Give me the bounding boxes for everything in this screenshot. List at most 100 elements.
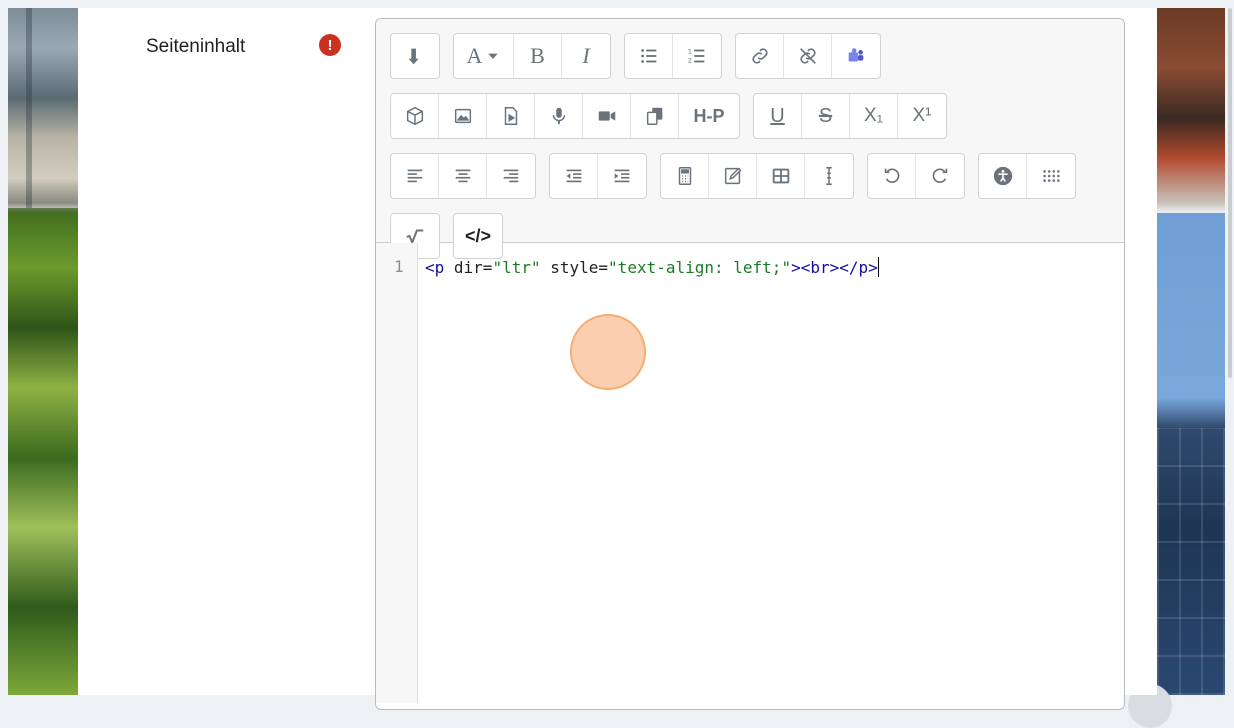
code-token: <p xyxy=(425,258,445,277)
record-audio-button[interactable] xyxy=(535,94,583,138)
numbered-list-icon: 12 xyxy=(688,47,705,64)
clear-formatting-button[interactable] xyxy=(805,154,853,198)
align-right-icon xyxy=(503,169,519,183)
code-editor[interactable]: 1 <p dir="ltr" style="text-align: left;"… xyxy=(376,243,1124,703)
underline-label: U xyxy=(770,104,785,127)
line-gutter xyxy=(376,243,418,703)
toolbar-row-1: A B I 12 xyxy=(390,33,1110,79)
teams-icon xyxy=(848,48,864,62)
redo-button[interactable] xyxy=(916,154,964,198)
toolbar-group-links xyxy=(735,33,881,79)
toolbar-group-toggle xyxy=(390,33,440,79)
undo-button[interactable] xyxy=(868,154,916,198)
click-indicator xyxy=(570,314,646,390)
record-video-button[interactable] xyxy=(583,94,631,138)
bold-button[interactable]: B xyxy=(514,34,562,78)
image-icon xyxy=(454,108,471,124)
text-cursor-icon xyxy=(826,167,832,185)
undo-icon xyxy=(884,168,899,183)
background-photo-right xyxy=(1157,8,1225,695)
code-token: "ltr" xyxy=(492,258,541,277)
code-token: ><br></p> xyxy=(791,258,878,277)
underline-button[interactable]: U xyxy=(754,94,802,138)
redo-icon xyxy=(932,168,948,183)
align-center-icon xyxy=(455,169,470,183)
code-line[interactable]: <p dir="ltr" style="text-align: left;"><… xyxy=(425,257,879,277)
chevron-down-icon xyxy=(488,53,499,59)
subscript-button[interactable]: X₁ xyxy=(850,94,898,138)
code-token: dir= xyxy=(444,258,493,277)
background-photo-left xyxy=(8,8,78,695)
ordered-list-button[interactable]: 12 xyxy=(673,34,721,78)
toolbar-group-lists: 12 xyxy=(624,33,722,79)
h5p-button[interactable]: H-P xyxy=(679,94,739,138)
media-button[interactable] xyxy=(487,94,535,138)
bold-label: B xyxy=(530,43,545,68)
toolbar-group-text-style: U S X₁ X¹ xyxy=(753,93,947,139)
video-camera-icon xyxy=(598,111,615,121)
edit-button[interactable] xyxy=(709,154,757,198)
text-editor: A B I 12 H-P U S X₁ X¹ </> 1 <p dir="ltr… xyxy=(375,18,1125,710)
copy-button[interactable] xyxy=(631,94,679,138)
link-button[interactable] xyxy=(736,34,784,78)
accessibility-button[interactable] xyxy=(979,154,1027,198)
special-chars-button[interactable] xyxy=(1027,154,1075,198)
microphone-icon xyxy=(552,107,565,125)
italic-label: I xyxy=(582,43,590,68)
cube-icon xyxy=(406,106,423,126)
align-left-button[interactable] xyxy=(391,154,439,198)
svg-text:1: 1 xyxy=(688,47,692,55)
superscript-label: X¹ xyxy=(912,105,932,126)
pencil-icon xyxy=(724,167,741,185)
superscript-button[interactable]: X¹ xyxy=(898,94,946,138)
toolbar-row-3 xyxy=(390,153,1110,199)
toolbar-row-2: H-P U S X₁ X¹ xyxy=(390,93,1110,139)
code-token: "text-align: left;" xyxy=(608,258,792,277)
copy-icon xyxy=(646,107,662,125)
toolbar-toggle-button[interactable] xyxy=(391,34,439,78)
link-icon xyxy=(751,48,768,64)
svg-text:2: 2 xyxy=(688,56,692,64)
code-token: style= xyxy=(540,258,609,277)
embed-button[interactable] xyxy=(391,94,439,138)
outdent-icon xyxy=(566,169,581,183)
font-style-label: A xyxy=(466,43,483,68)
required-icon: ! xyxy=(319,34,341,56)
font-style-button[interactable]: A xyxy=(454,34,514,78)
h5p-label: H-P xyxy=(693,105,725,126)
toolbar-group-indent xyxy=(549,153,647,199)
file-media-icon xyxy=(504,107,517,125)
unordered-list-button[interactable] xyxy=(625,34,673,78)
grid-dots-icon xyxy=(1043,170,1060,182)
toolbar-group-tools xyxy=(660,153,854,199)
italic-button[interactable]: I xyxy=(562,34,610,78)
image-button[interactable] xyxy=(439,94,487,138)
field-label: Seiteninhalt xyxy=(146,36,246,57)
calculator-button[interactable] xyxy=(661,154,709,198)
outdent-button[interactable] xyxy=(550,154,598,198)
unlink-icon xyxy=(799,48,816,64)
align-center-button[interactable] xyxy=(439,154,487,198)
indent-button[interactable] xyxy=(598,154,646,198)
subscript-label: X₁ xyxy=(863,105,884,126)
page-scrollbar[interactable] xyxy=(1228,8,1232,378)
arrow-down-icon xyxy=(408,48,419,65)
align-left-icon xyxy=(407,169,422,183)
bullet-list-icon xyxy=(640,49,656,63)
toolbar-group-media: H-P xyxy=(390,93,740,139)
strikethrough-button[interactable]: S xyxy=(802,94,850,138)
toolbar-group-extra xyxy=(978,153,1076,199)
editor-toolbar: A B I 12 H-P U S X₁ X¹ </> xyxy=(376,19,1124,259)
toolbar-group-align xyxy=(390,153,536,199)
calculator-icon xyxy=(678,167,691,185)
accessibility-icon xyxy=(993,166,1012,186)
strikethrough-label: S xyxy=(818,104,833,127)
align-right-button[interactable] xyxy=(487,154,535,198)
table-icon xyxy=(772,168,789,184)
teams-button[interactable] xyxy=(832,34,880,78)
table-button[interactable] xyxy=(757,154,805,198)
toolbar-group-history xyxy=(867,153,965,199)
unlink-button[interactable] xyxy=(784,34,832,78)
line-number: 1 xyxy=(394,257,404,276)
toolbar-group-format: A B I xyxy=(453,33,611,79)
